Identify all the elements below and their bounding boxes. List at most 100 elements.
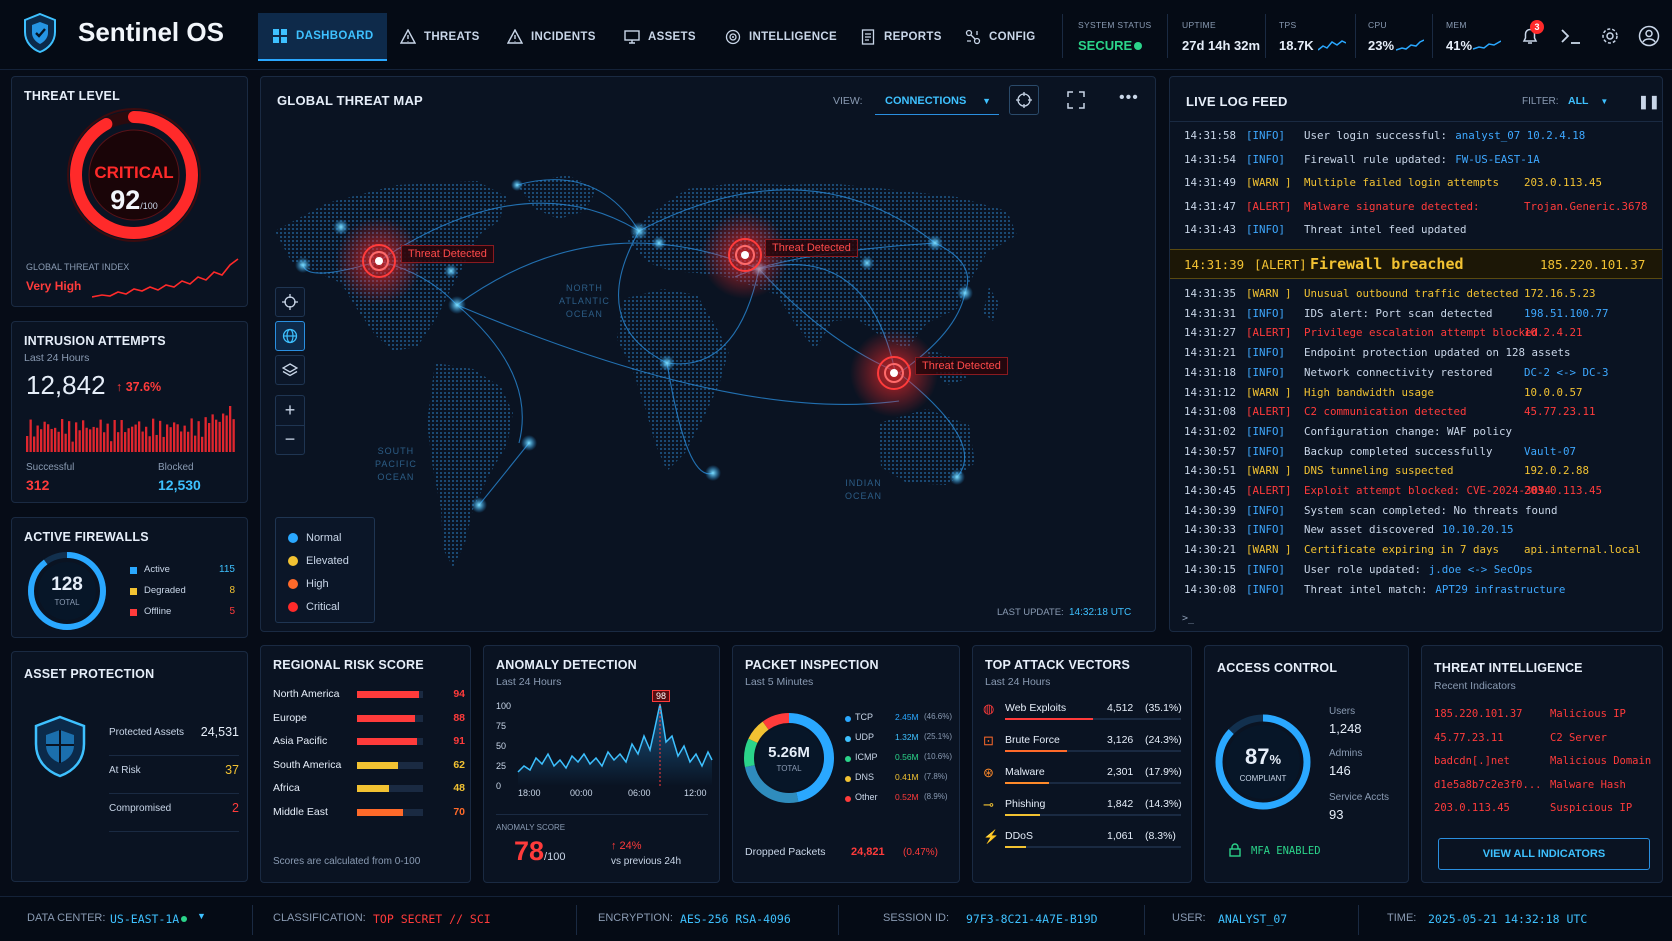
region-label: South America bbox=[273, 758, 342, 771]
dc-value[interactable]: US-EAST-1A bbox=[110, 912, 179, 926]
crosshair-button[interactable] bbox=[1009, 85, 1039, 115]
tab-intelligence[interactable]: INTELLIGENCE bbox=[711, 13, 851, 61]
legend-dot bbox=[288, 578, 298, 589]
intrusion-bar bbox=[33, 436, 36, 452]
tab-incidents[interactable]: INCIDENTS bbox=[493, 13, 610, 61]
intrusion-bar bbox=[225, 415, 228, 452]
intrusion-bar bbox=[85, 427, 88, 452]
intrusion-bar bbox=[204, 417, 207, 452]
packet-row: Other 0.52M (8.9%) bbox=[845, 792, 955, 812]
intrusion-bar bbox=[208, 422, 211, 452]
vector-pct: (17.9%) bbox=[1145, 766, 1182, 778]
vector-row[interactable]: ◍ Web Exploits 4,512 (35.1%) bbox=[983, 700, 1187, 732]
asset-row: At Risk 37 bbox=[109, 756, 239, 794]
log-message: Exploit attempt blocked: CVE-2024-3094 bbox=[1304, 484, 1552, 497]
legend-label: Normal bbox=[306, 531, 342, 544]
intrusion-bar bbox=[68, 421, 71, 452]
last-update-label: LAST UPDATE: bbox=[997, 607, 1064, 618]
vector-row[interactable]: ⊡ Brute Force 3,126 (24.3%) bbox=[983, 732, 1187, 764]
regional-row: Asia Pacific 91 bbox=[273, 733, 465, 757]
packet-dot bbox=[845, 736, 851, 742]
intrusion-bar bbox=[166, 424, 169, 452]
terminal-icon[interactable] bbox=[1560, 26, 1582, 46]
packet-panel: PACKET INSPECTION Last 5 Minutes 5.26M T… bbox=[732, 645, 960, 883]
chevron-down-icon[interactable]: ▼ bbox=[197, 911, 206, 921]
log-time: 14:31:08 bbox=[1184, 405, 1237, 419]
log-time: 14:31:54 bbox=[1184, 152, 1237, 166]
log-extra: 203.0.113.45 bbox=[1524, 176, 1603, 189]
log-level: [WARN ] bbox=[1246, 385, 1292, 399]
locate-button[interactable] bbox=[275, 287, 305, 317]
log-extra: 192.0.2.88 bbox=[1524, 464, 1590, 478]
vectors-title: TOP ATTACK VECTORS bbox=[985, 658, 1131, 672]
intrusion-bar bbox=[82, 420, 85, 452]
vector-value: 4,512 bbox=[1107, 702, 1134, 714]
intrusion-bar bbox=[71, 441, 74, 452]
fullscreen-icon[interactable] bbox=[1067, 91, 1085, 109]
anomaly-score-label: ANOMALY SCORE bbox=[496, 823, 566, 832]
tab-config[interactable]: CONFIG bbox=[951, 13, 1050, 61]
asset-protection-panel: ASSET PROTECTION Protected Assets 24,531 … bbox=[11, 651, 248, 882]
gear-icon[interactable] bbox=[1600, 26, 1620, 46]
vector-pct: (35.1%) bbox=[1145, 702, 1182, 714]
top-bar: Sentinel OS DASHBOARD THREATS INCIDENTS … bbox=[0, 0, 1672, 70]
packet-value: 0.56M bbox=[895, 752, 919, 762]
tab-label: REPORTS bbox=[884, 31, 942, 43]
intel-indicator: 45.77.23.11 bbox=[1434, 731, 1504, 744]
log-highlight-row[interactable]: 14:31:39 [ALERT] Firewall breached 185.2… bbox=[1170, 249, 1662, 279]
tab-threats[interactable]: THREATS bbox=[386, 13, 494, 61]
blocked-value: 12,530 bbox=[158, 477, 201, 493]
log-level: [WARN ] bbox=[1246, 176, 1292, 189]
intrusion-bar bbox=[152, 418, 155, 452]
intel-indicator: badcdn[.]net bbox=[1434, 755, 1510, 767]
crosshair-icon bbox=[282, 294, 298, 310]
tab-dashboard[interactable]: DASHBOARD bbox=[258, 13, 388, 61]
log-level: [INFO] bbox=[1246, 562, 1286, 576]
vector-bar bbox=[1005, 750, 1067, 752]
vector-value: 1,842 bbox=[1107, 798, 1134, 810]
classification-label: CLASSIFICATION: bbox=[273, 912, 366, 924]
vector-row[interactable]: ⊸ Phishing 1,842 (14.3%) bbox=[983, 796, 1187, 828]
legend-swatch bbox=[130, 588, 137, 595]
intel-row[interactable]: d1e5a8b7c2e3f0... Malware Hash bbox=[1434, 779, 1658, 803]
intel-row[interactable]: badcdn[.]net Malicious Domain bbox=[1434, 755, 1658, 779]
packet-row: UDP 1.32M (25.1%) bbox=[845, 732, 955, 752]
intel-row[interactable]: 185.220.101.37 Malicious IP bbox=[1434, 708, 1658, 732]
user-avatar-icon[interactable] bbox=[1638, 25, 1660, 47]
vector-row[interactable]: ⚡ DDoS 1,061 (8.3%) bbox=[983, 828, 1187, 860]
intrusion-change: ↑ 37.6% bbox=[116, 380, 162, 394]
packet-pct: (46.6%) bbox=[924, 712, 953, 721]
globe-button[interactable] bbox=[275, 321, 305, 351]
log-level: [WARN ] bbox=[1246, 287, 1292, 300]
chevron-down-icon: ▼ bbox=[982, 95, 991, 106]
region-value: 88 bbox=[453, 711, 465, 724]
firewalls-total: 128 bbox=[51, 574, 83, 595]
terminal-prompt[interactable]: >_ bbox=[1182, 613, 1194, 624]
regional-risk-panel: REGIONAL RISK SCORE North America 94 Europ… bbox=[260, 645, 471, 883]
zoom-in-button[interactable]: + bbox=[276, 396, 304, 426]
intrusion-bar bbox=[96, 427, 99, 452]
vector-label: Brute Force bbox=[1005, 734, 1060, 746]
y-tick: 100 bbox=[496, 701, 512, 711]
filter-select[interactable]: ALL ▼ bbox=[1568, 95, 1608, 107]
log-message: Endpoint protection updated on 128 asset… bbox=[1304, 346, 1571, 360]
view-select[interactable]: CONNECTIONS ▼ bbox=[875, 87, 999, 115]
more-menu-icon[interactable]: ••• bbox=[1119, 89, 1139, 107]
layers-button[interactable] bbox=[275, 355, 305, 385]
tab-assets[interactable]: ASSETS bbox=[610, 13, 710, 61]
intel-row[interactable]: 203.0.113.45 Suspicious IP bbox=[1434, 802, 1658, 826]
monitor-icon bbox=[624, 30, 640, 44]
anomaly-score-max: /100 bbox=[544, 851, 566, 863]
view-all-indicators-button[interactable]: VIEW ALL INDICATORS bbox=[1438, 838, 1650, 870]
log-extra: FW-US-EAST-1A bbox=[1455, 152, 1540, 166]
vector-row[interactable]: ⊛ Malware 2,301 (17.9%) bbox=[983, 764, 1187, 796]
pause-button[interactable]: ❚❚ bbox=[1638, 94, 1660, 110]
packet-label: UDP bbox=[855, 732, 875, 742]
log-time: 14:31:18 bbox=[1184, 365, 1237, 379]
intel-row[interactable]: 45.77.23.11 C2 Server bbox=[1434, 732, 1658, 756]
legend-label: Active bbox=[144, 564, 170, 575]
dropped-label: Dropped Packets bbox=[745, 846, 826, 858]
log-time: 14:30:15 bbox=[1184, 562, 1237, 576]
tab-reports[interactable]: REPORTS bbox=[846, 13, 956, 61]
zoom-out-button[interactable]: − bbox=[276, 426, 304, 456]
